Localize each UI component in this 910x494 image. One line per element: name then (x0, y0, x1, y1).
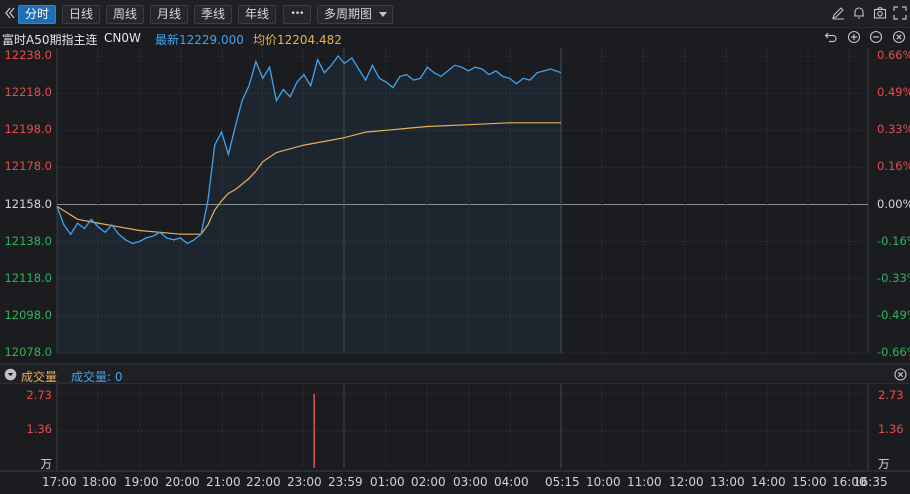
time-tick-label: 10:00 (586, 475, 621, 489)
volume-max-right: 2.73 (878, 388, 904, 402)
time-tick-label: 02:00 (411, 475, 446, 489)
time-tick-label: 18:00 (82, 475, 117, 489)
volume-title: 成交量 (21, 370, 58, 384)
time-tick-label: 15:00 (792, 475, 827, 489)
percent-tick-label: 0.33% (877, 122, 910, 137)
time-tick-label: 14:00 (751, 475, 786, 489)
time-tick-label: 19:00 (124, 475, 159, 489)
percent-tick-label: 0.00% (877, 196, 910, 211)
price-tick-label: 12178.0 (4, 159, 52, 174)
percent-tick-label: -0.49% (877, 307, 910, 322)
time-tick-label: 11:00 (627, 475, 662, 489)
percent-tick-label: 0.16% (877, 159, 910, 174)
time-tick-label: 21:00 (206, 475, 241, 489)
time-tick-label: 17:00 (42, 475, 77, 489)
time-tick-label: 13:00 (710, 475, 745, 489)
volume-mid-right: 1.36 (878, 422, 904, 436)
percent-tick-label: 0.66% (877, 48, 910, 62)
price-tick-label: 12098.0 (4, 307, 52, 322)
time-tick-label: 20:00 (165, 475, 200, 489)
price-tick-label: 12218.0 (4, 85, 52, 100)
volume-unit-right: 万 (878, 457, 890, 471)
price-tick-label: 12198.0 (4, 122, 52, 137)
chevron-down-circle-icon[interactable] (4, 368, 17, 381)
time-tick-label: 23:00 (287, 475, 322, 489)
close-circle-icon[interactable] (894, 368, 907, 381)
percent-tick-label: -0.16% (877, 233, 910, 248)
percent-tick-label: -0.66% (877, 345, 910, 359)
time-tick-label: 23:59 (328, 475, 363, 489)
time-tick-label: 04:00 (494, 475, 529, 489)
percent-tick-label: 0.49% (877, 85, 910, 100)
time-tick-label: 16:35 (853, 475, 888, 489)
time-tick-label: 12:00 (669, 475, 704, 489)
time-tick-label: 05:15 (545, 475, 580, 489)
volume-value: 成交量: 0 (71, 370, 123, 384)
app-window: 分时 日线 周线 月线 季线 年线 ••• 多周期图 富时A50期指主连 CN0… (0, 0, 910, 494)
price-tick-label: 12158.0 (4, 196, 52, 211)
price-tick-label: 12238.0 (4, 48, 52, 62)
volume-panel-header: 成交量 成交量: 0 (0, 364, 910, 384)
price-tick-label: 12138.0 (4, 233, 52, 248)
time-tick-label: 22:00 (246, 475, 281, 489)
percent-tick-label: -0.33% (877, 270, 910, 285)
intraday-chart[interactable] (0, 0, 910, 494)
price-tick-label: 12078.0 (4, 345, 52, 359)
time-tick-label: 03:00 (453, 475, 488, 489)
volume-mid-left: 1.36 (26, 422, 52, 436)
time-tick-label: 01:00 (370, 475, 405, 489)
volume-unit-left: 万 (40, 457, 53, 471)
price-tick-label: 12118.0 (4, 270, 52, 285)
volume-max-left: 2.73 (26, 388, 52, 402)
